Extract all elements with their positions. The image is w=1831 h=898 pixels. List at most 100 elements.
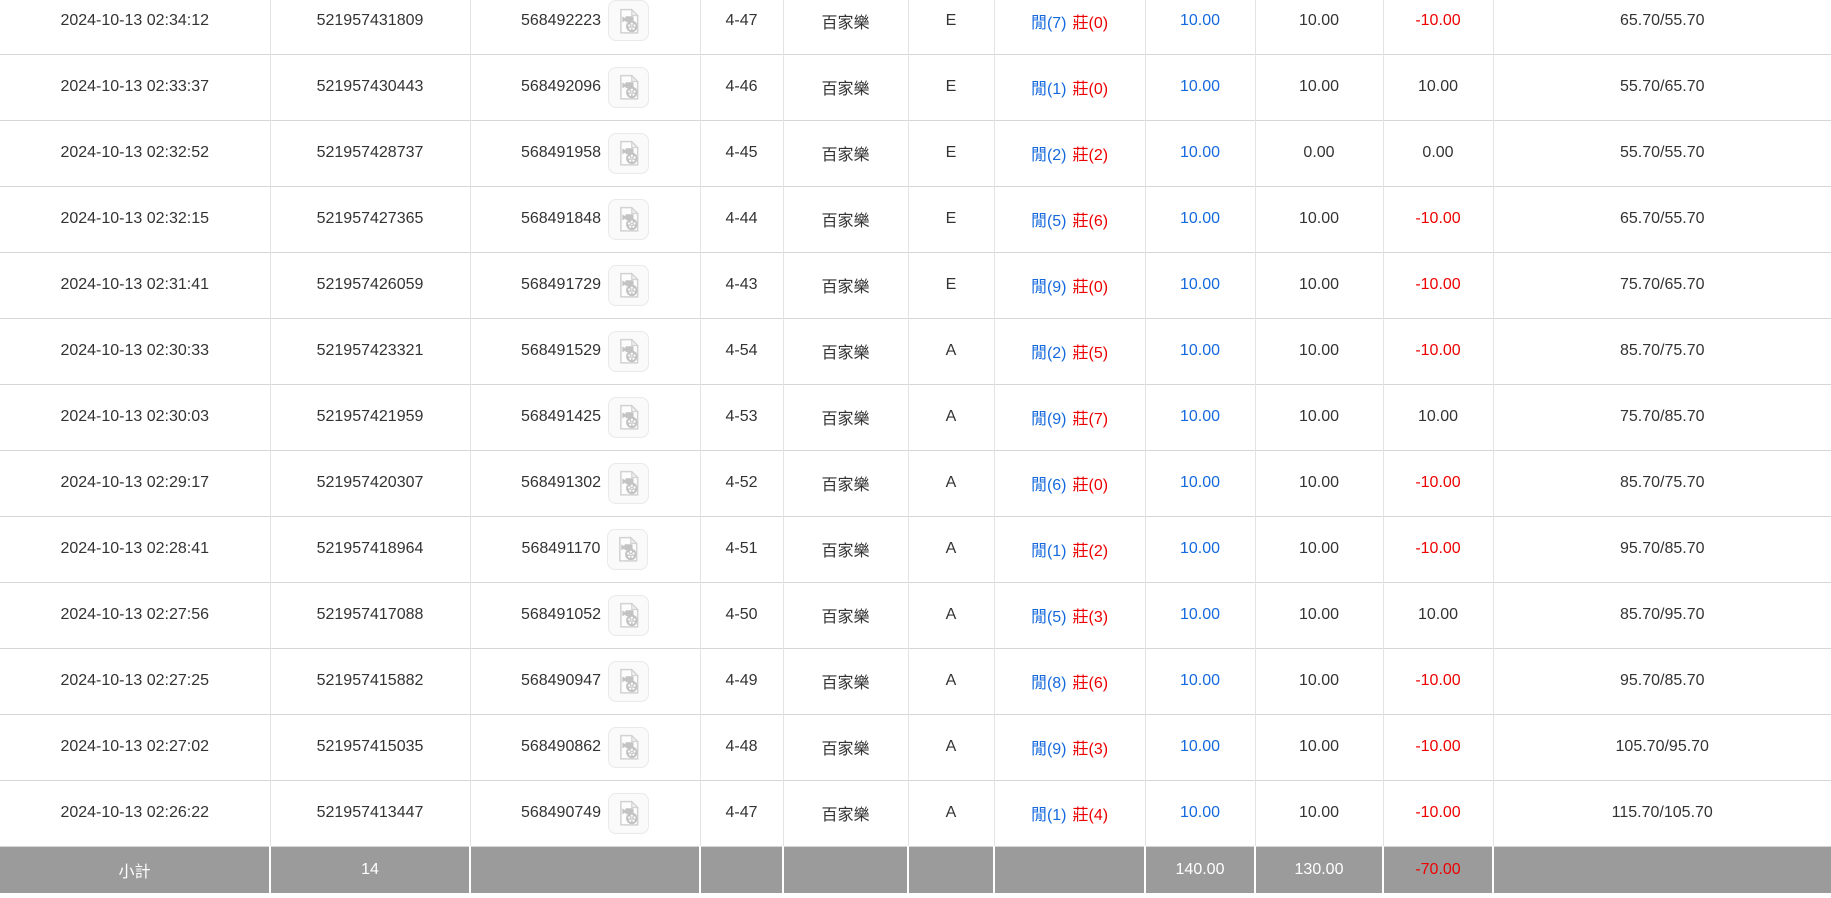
cell-balance: 75.70/85.70 (1493, 384, 1831, 450)
cell-game-name: 百家樂 (783, 252, 908, 318)
video-file-icon (616, 140, 642, 166)
game-id-with-video: 568492096 (521, 67, 649, 108)
cell-round: 4-47 (700, 780, 783, 846)
cell-bet-time: 2024-10-13 02:26:22 (0, 780, 270, 846)
table-row: 2024-10-13 02:27:25521957415882568490947… (0, 648, 1831, 714)
video-file-icon (616, 602, 642, 628)
table-row: 2024-10-13 02:32:15521957427365568491848… (0, 186, 1831, 252)
result-player: 閒(5) (1031, 213, 1067, 230)
cell-result: 閒(2)莊(2) (994, 120, 1145, 186)
video-file-icon (616, 206, 642, 232)
result-player: 閒(5) (1031, 609, 1067, 626)
cell-valid-amount: 10.00 (1255, 516, 1383, 582)
game-id-with-video: 568491729 (521, 265, 649, 306)
cell-game-name: 百家樂 (783, 54, 908, 120)
cell-table-code: A (908, 516, 994, 582)
cell-game-name: 百家樂 (783, 582, 908, 648)
table-row: 2024-10-13 02:30:33521957423321568491529… (0, 318, 1831, 384)
result-player: 閒(1) (1031, 543, 1067, 560)
cell-valid-amount: 10.00 (1255, 384, 1383, 450)
cell-round: 4-50 (700, 582, 783, 648)
video-replay-button[interactable] (608, 199, 649, 240)
cell-bet-amount[interactable]: 10.00 (1145, 516, 1255, 582)
cell-balance: 65.70/55.70 (1493, 0, 1831, 54)
cell-balance: 105.70/95.70 (1493, 714, 1831, 780)
cell-bet-amount[interactable]: 10.00 (1145, 318, 1255, 384)
cell-bet-amount[interactable]: 10.00 (1145, 648, 1255, 714)
cell-round: 4-52 (700, 450, 783, 516)
cell-win-loss: -10.00 (1383, 0, 1493, 54)
cell-bet-amount[interactable]: 10.00 (1145, 714, 1255, 780)
cell-bet-amount[interactable]: 10.00 (1145, 120, 1255, 186)
cell-bet-amount[interactable]: 10.00 (1145, 186, 1255, 252)
game-id-with-video: 568491848 (521, 199, 649, 240)
subtotal-bet-total: 140.00 (1145, 846, 1255, 893)
cell-game-name: 百家樂 (783, 186, 908, 252)
cell-win-loss: 0.00 (1383, 120, 1493, 186)
cell-bet-amount[interactable]: 10.00 (1145, 450, 1255, 516)
cell-bet-id: 521957426059 (270, 252, 470, 318)
video-replay-button[interactable] (608, 793, 649, 834)
subtotal-winloss-total: -70.00 (1383, 846, 1493, 893)
cell-result: 閒(5) 莊(6) (994, 186, 1145, 252)
cell-bet-id: 521957428737 (270, 120, 470, 186)
cell-bet-time: 2024-10-13 02:33:37 (0, 54, 270, 120)
game-id-text: 568491958 (521, 144, 601, 162)
video-replay-button[interactable] (608, 265, 649, 306)
video-replay-button[interactable] (608, 133, 649, 174)
cell-balance: 95.70/85.70 (1493, 516, 1831, 582)
game-id-text: 568491052 (521, 606, 601, 624)
result-banker: 莊(6) (1073, 675, 1109, 692)
cell-balance: 55.70/55.70 (1493, 120, 1831, 186)
result-banker: 莊(6) (1073, 213, 1109, 230)
cell-bet-amount[interactable]: 10.00 (1145, 0, 1255, 54)
cell-game-id: 568492223 (470, 0, 700, 54)
cell-bet-amount[interactable]: 10.00 (1145, 252, 1255, 318)
result-banker: 莊(2) (1073, 543, 1109, 560)
cell-bet-amount[interactable]: 10.00 (1145, 582, 1255, 648)
video-file-icon (616, 734, 642, 760)
subtotal-empty-round (700, 846, 783, 893)
game-id-with-video: 568491529 (521, 331, 649, 372)
result-player: 閒(9) (1031, 279, 1067, 296)
cell-valid-amount: 10.00 (1255, 780, 1383, 846)
cell-bet-id: 521957421959 (270, 384, 470, 450)
video-replay-button[interactable] (608, 331, 649, 372)
table-row: 2024-10-13 02:26:22521957413447568490749… (0, 780, 1831, 846)
cell-round: 4-48 (700, 714, 783, 780)
cell-bet-id: 521957431809 (270, 0, 470, 54)
video-replay-button[interactable] (608, 727, 649, 768)
video-file-icon (616, 800, 642, 826)
cell-result: 閒(1) 莊(2) (994, 516, 1145, 582)
cell-round: 4-46 (700, 54, 783, 120)
cell-bet-id: 521957413447 (270, 780, 470, 846)
video-replay-button[interactable] (607, 529, 648, 570)
cell-bet-amount[interactable]: 10.00 (1145, 54, 1255, 120)
video-replay-button[interactable] (608, 0, 649, 41)
result-banker: 莊(0) (1073, 279, 1109, 296)
cell-round: 4-45 (700, 120, 783, 186)
cell-result: 閒(9)莊(3) (994, 714, 1145, 780)
cell-table-code: A (908, 318, 994, 384)
cell-bet-time: 2024-10-13 02:34:12 (0, 0, 270, 54)
cell-bet-time: 2024-10-13 02:29:17 (0, 450, 270, 516)
cell-bet-amount[interactable]: 10.00 (1145, 780, 1255, 846)
cell-bet-id: 521957420307 (270, 450, 470, 516)
video-replay-button[interactable] (608, 463, 649, 504)
cell-result: 閒(8)莊(6) (994, 648, 1145, 714)
result-banker: 莊(5) (1073, 345, 1109, 362)
cell-table-code: A (908, 384, 994, 450)
video-replay-button[interactable] (608, 661, 649, 702)
video-replay-button[interactable] (608, 67, 649, 108)
result-player: 閒(6) (1031, 477, 1067, 494)
cell-bet-amount[interactable]: 10.00 (1145, 384, 1255, 450)
cell-balance: 65.70/55.70 (1493, 186, 1831, 252)
game-id-text: 568490947 (521, 672, 601, 690)
cell-balance: 75.70/65.70 (1493, 252, 1831, 318)
video-file-icon (616, 404, 642, 430)
cell-round: 4-49 (700, 648, 783, 714)
video-replay-button[interactable] (608, 397, 649, 438)
cell-game-name: 百家樂 (783, 450, 908, 516)
video-replay-button[interactable] (608, 595, 649, 636)
cell-valid-amount: 10.00 (1255, 450, 1383, 516)
